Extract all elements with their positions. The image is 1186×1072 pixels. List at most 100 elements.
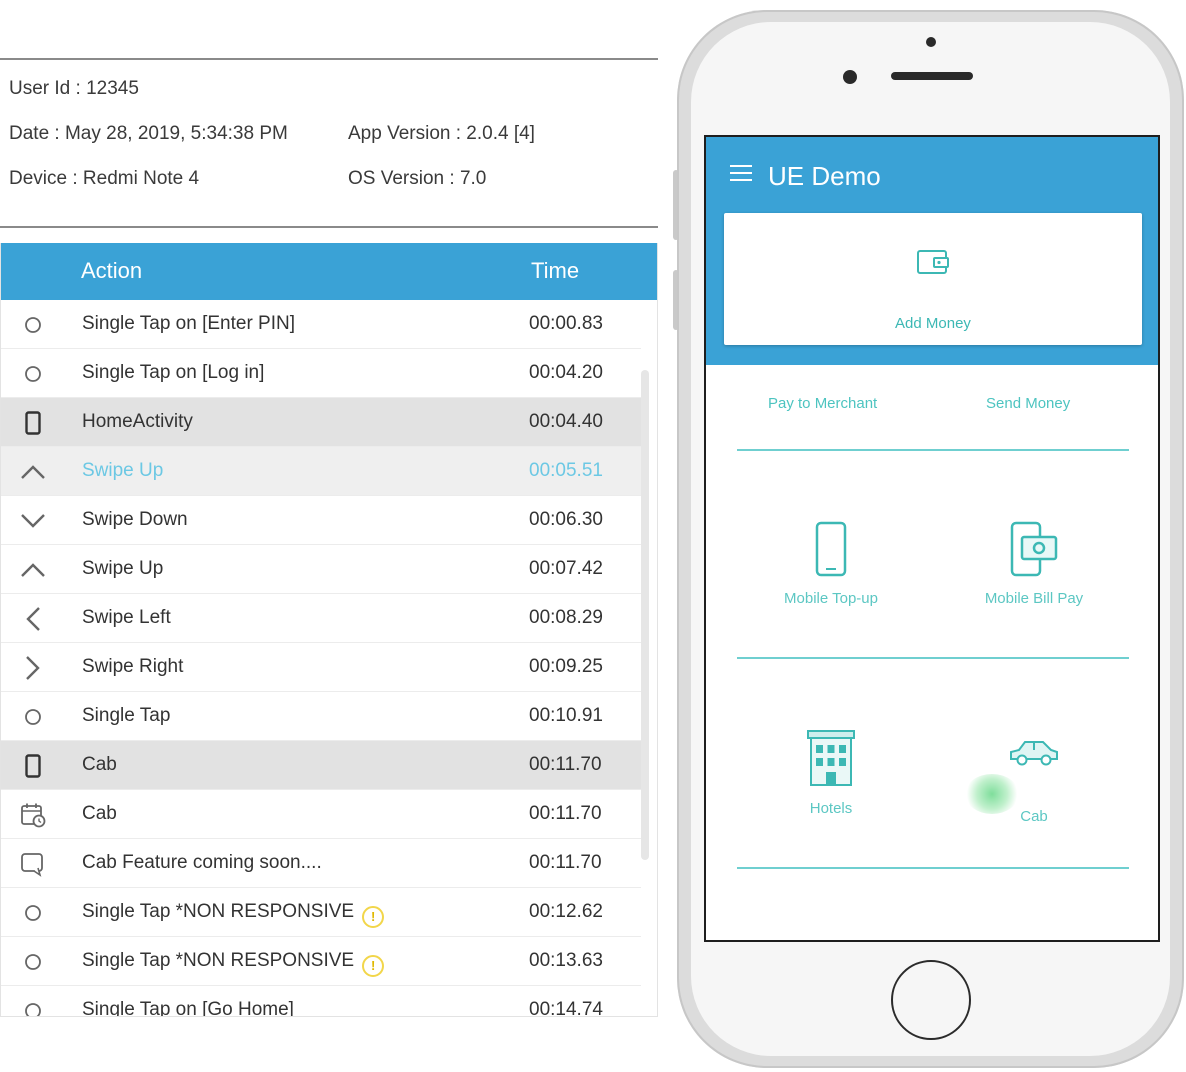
phone-speaker bbox=[891, 72, 973, 80]
log-action-label: Single Tap bbox=[82, 705, 170, 727]
log-action-text: HomeActivity bbox=[82, 411, 193, 432]
log-action-label: Swipe Up bbox=[82, 558, 163, 580]
log-time: 00:06.30 bbox=[529, 509, 603, 530]
log-action-label: Cab Feature coming soon.... bbox=[82, 852, 322, 874]
pay-to-merchant-link[interactable]: Pay to Merchant bbox=[768, 395, 877, 412]
log-scrollbar[interactable] bbox=[641, 370, 649, 860]
log-row[interactable]: Swipe Right 00:09.25 bbox=[1, 643, 641, 692]
log-row[interactable]: Single Tap on [Enter PIN] 00:00.83 bbox=[1, 300, 641, 349]
log-action-label: Cab bbox=[82, 803, 117, 825]
mid-divider bbox=[0, 226, 658, 228]
log-action-text: Swipe Right bbox=[82, 656, 184, 677]
section-divider bbox=[737, 867, 1129, 869]
section-divider bbox=[737, 449, 1129, 451]
os-version-text: OS Version : 7.0 bbox=[348, 168, 487, 189]
log-action-text: Single Tap on [Go Home] bbox=[82, 999, 294, 1017]
log-time: 00:10.91 bbox=[529, 705, 603, 726]
log-time: 00:11.70 bbox=[529, 852, 602, 873]
app-header: UE Demo Add Money bbox=[706, 137, 1158, 365]
log-action-text: Cab bbox=[82, 754, 117, 775]
log-time: 00:08.29 bbox=[529, 607, 603, 628]
log-time: 00:14.74 bbox=[529, 999, 603, 1017]
action-column-header: Action bbox=[81, 258, 143, 283]
phone-camera bbox=[843, 70, 857, 84]
log-action-text: Single Tap *NON RESPONSIVE bbox=[82, 901, 355, 922]
log-row[interactable]: Single Tap on [Go Home] 00:14.74 bbox=[1, 986, 641, 1017]
phone-screen: UE Demo Add Money Pay to Merchant Send M… bbox=[704, 135, 1160, 942]
log-time: 00:09.25 bbox=[529, 656, 603, 677]
log-rows: Single Tap on [Enter PIN] 00:00.83 Single … bbox=[1, 300, 641, 1017]
log-row[interactable]: Single Tap *NON RESPONSIVE! 00:13.63 bbox=[1, 937, 641, 986]
log-row[interactable]: Swipe Left 00:08.29 bbox=[1, 594, 641, 643]
add-money-card[interactable]: Add Money bbox=[724, 213, 1142, 345]
app-version-text: App Version : 2.0.4 [4] bbox=[348, 123, 535, 144]
log-time: 00:12.62 bbox=[529, 901, 603, 922]
car-icon bbox=[1010, 741, 1058, 766]
log-row[interactable]: Cab 00:11.70 bbox=[1, 790, 641, 839]
circle-icon bbox=[19, 703, 47, 731]
log-row[interactable]: Single Tap on [Log in] 00:04.20 bbox=[1, 349, 641, 398]
chevron-down-icon bbox=[19, 507, 47, 535]
warning-icon: ! bbox=[362, 955, 385, 977]
log-row[interactable]: Cab 00:11.70 bbox=[1, 741, 641, 790]
phone-sensor bbox=[926, 37, 936, 47]
phone-home-button[interactable] bbox=[891, 960, 971, 1040]
log-action-text: Cab Feature coming soon.... bbox=[82, 852, 322, 873]
phone-icon bbox=[19, 409, 47, 437]
log-row[interactable]: Swipe Up 00:07.42 bbox=[1, 545, 641, 594]
log-row[interactable]: Single Tap *NON RESPONSIVE! 00:12.62 bbox=[1, 888, 641, 937]
touch-indicator bbox=[965, 774, 1019, 814]
log-action-label: Single Tap on [Go Home] bbox=[82, 999, 294, 1017]
phone-icon bbox=[19, 752, 47, 780]
log-row[interactable]: Cab Feature coming soon.... 00:11.70 bbox=[1, 839, 641, 888]
toast-icon bbox=[19, 850, 47, 878]
log-row[interactable]: HomeActivity 00:04.40 bbox=[1, 398, 641, 447]
log-row[interactable]: Swipe Up 00:05.51 bbox=[1, 447, 641, 496]
log-table-header: Action Time bbox=[1, 243, 657, 300]
circle-icon bbox=[19, 997, 47, 1016]
hotel-building-icon bbox=[807, 730, 855, 786]
log-action-text: Cab bbox=[82, 803, 117, 824]
chevron-left-icon bbox=[19, 605, 47, 633]
top-divider bbox=[0, 58, 658, 60]
circle-icon bbox=[19, 899, 47, 927]
log-action-label: Swipe Left bbox=[82, 607, 171, 629]
section-divider bbox=[737, 657, 1129, 659]
log-time: 00:04.20 bbox=[529, 362, 603, 383]
wallet-icon bbox=[917, 250, 949, 274]
mobile-topup-tile[interactable]: Mobile Top-up bbox=[731, 521, 931, 607]
mobile-phone-icon bbox=[815, 521, 847, 577]
log-row[interactable]: Swipe Down 00:06.30 bbox=[1, 496, 641, 545]
bill-pay-icon bbox=[1010, 521, 1058, 577]
log-action-label: Cab bbox=[82, 754, 117, 776]
add-money-label: Add Money bbox=[895, 315, 971, 332]
log-action-label: Swipe Right bbox=[82, 656, 183, 678]
mobile-bill-pay-label: Mobile Bill Pay bbox=[984, 590, 1084, 607]
app-title: UE Demo bbox=[768, 161, 881, 191]
log-time: 00:05.51 bbox=[529, 460, 603, 481]
mobile-topup-label: Mobile Top-up bbox=[784, 590, 878, 607]
log-action-text: Swipe Left bbox=[82, 607, 171, 628]
log-action-label: Single Tap *NON RESPONSIVE! bbox=[82, 901, 385, 928]
hotels-label: Hotels bbox=[809, 800, 853, 817]
log-time: 00:07.42 bbox=[529, 558, 603, 579]
log-row[interactable]: Single Tap 00:10.91 bbox=[1, 692, 641, 741]
log-action-label: Swipe Down bbox=[82, 509, 188, 531]
log-action-label: Single Tap on [Enter PIN] bbox=[82, 313, 295, 335]
log-action-label: Single Tap *NON RESPONSIVE! bbox=[82, 950, 385, 977]
log-action-text: Swipe Up bbox=[82, 558, 164, 579]
log-action-text: Single Tap on [Log in] bbox=[82, 362, 265, 383]
hotels-tile[interactable]: Hotels bbox=[731, 729, 931, 817]
user-id-text: User Id : 12345 bbox=[9, 78, 139, 99]
log-action-label: HomeActivity bbox=[82, 411, 193, 433]
log-time: 00:11.70 bbox=[529, 803, 602, 824]
send-money-link[interactable]: Send Money bbox=[986, 395, 1070, 412]
circle-icon bbox=[19, 360, 47, 388]
warning-icon: ! bbox=[362, 906, 385, 928]
hamburger-menu-icon[interactable] bbox=[730, 165, 752, 181]
mobile-bill-pay-tile[interactable]: Mobile Bill Pay bbox=[934, 521, 1134, 607]
chevron-up-icon bbox=[19, 556, 47, 584]
cab-tile[interactable]: Cab bbox=[934, 737, 1134, 825]
circle-icon bbox=[19, 948, 47, 976]
chevron-right-icon bbox=[19, 654, 47, 682]
